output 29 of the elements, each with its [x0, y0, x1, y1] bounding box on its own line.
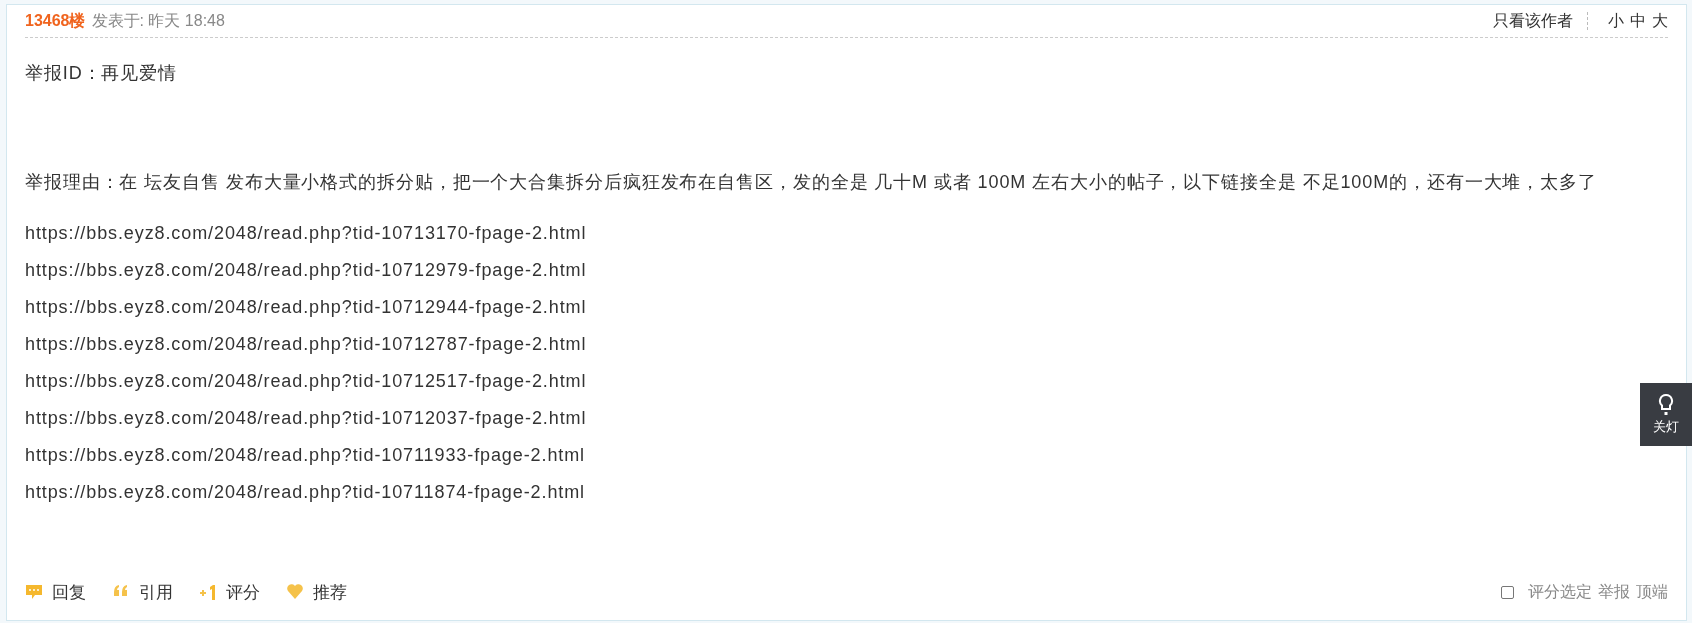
lights-off-button[interactable]: 关灯 — [1640, 383, 1692, 446]
thread-link[interactable]: https://bbs.eyz8.com/2048/read.php?tid-10712037-fpage-2.html — [25, 405, 587, 431]
action-link[interactable]: 推荐 — [286, 580, 347, 604]
checkbox[interactable] — [1501, 585, 1514, 599]
thread-link[interactable]: https://bbs.eyz8.com/2048/read.php?tid-10712517-fpage-2.html — [25, 368, 587, 394]
action-link[interactable]: 评分 — [199, 580, 260, 604]
report-reason: 举报理由：在 坛友自售 发布大量小格式的拆分贴，把一个大合集拆分后疯狂发布在自售区，发的全是 几十M 或者 100M 左右大小的帖子，以下链接全是 不足100M的，还有一大堆，太多了 — [25, 171, 1598, 194]
speech-bubble-icon — [25, 583, 43, 601]
heart-icon — [286, 583, 304, 601]
footer-link[interactable]: 举报 — [1598, 581, 1630, 603]
thread-link[interactable]: https://bbs.eyz8.com/2048/read.php?tid-10711933-fpage-2.html — [25, 442, 585, 468]
thread-link[interactable]: https://bbs.eyz8.com/2048/read.php?tid-10712944-fpage-2.html — [25, 294, 587, 320]
light-bulb-icon — [1658, 393, 1674, 416]
floor-number: 13468楼 — [25, 11, 86, 29]
author-only-link[interactable]: 只看该作者 — [1493, 10, 1573, 32]
thread-link[interactable]: https://bbs.eyz8.com/2048/read.php?tid-10712979-fpage-2.html — [25, 257, 587, 283]
font-size-link[interactable]: 大 — [1652, 10, 1668, 32]
rate-select-label: 评分选定 — [1528, 581, 1592, 602]
footer-link[interactable]: 顶端 — [1636, 581, 1668, 603]
thread-link[interactable]: https://bbs.eyz8.com/2048/read.php?tid-10713170-fpage-2.html — [25, 220, 587, 246]
action-link[interactable]: 引用 — [112, 580, 173, 604]
plus-one-icon — [199, 583, 217, 601]
font-size-link[interactable]: 中 — [1630, 10, 1646, 32]
thread-link[interactable]: https://bbs.eyz8.com/2048/read.php?tid-10711874-fpage-2.html — [25, 479, 585, 505]
action-link[interactable]: 回复 — [25, 580, 86, 604]
report-id: 举报ID：再见爱情 — [25, 62, 179, 85]
font-size-link[interactable]: 小 — [1608, 10, 1624, 32]
thread-link[interactable]: https://bbs.eyz8.com/2048/read.php?tid-10712787-fpage-2.html — [25, 331, 587, 357]
post-time: 发表于: 昨天 18:48 — [91, 11, 225, 29]
